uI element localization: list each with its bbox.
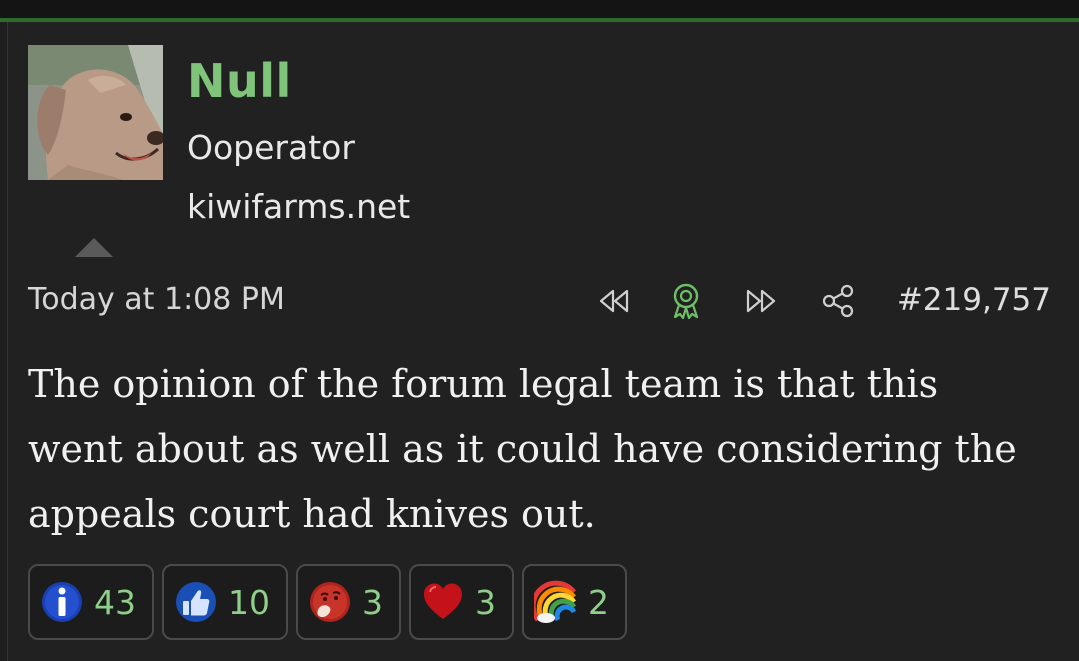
informative-icon (42, 582, 82, 622)
user-banner: kiwifarms.net (187, 187, 411, 226)
collapse-arrow-icon[interactable] (75, 238, 113, 257)
reaction-count: 3 (475, 582, 496, 622)
post-container: Null Ooperator kiwifarms.net Today at 1:… (0, 0, 1079, 661)
reaction-thinking[interactable]: 3 (296, 564, 401, 640)
share-button[interactable] (820, 282, 856, 320)
reaction-informative[interactable]: 43 (28, 564, 154, 640)
reaction-like[interactable]: 10 (162, 564, 288, 640)
award-icon (673, 283, 699, 320)
heart-icon (424, 583, 462, 619)
reaction-count: 2 (588, 582, 609, 622)
post-date[interactable]: Today at 1:08 PM (28, 282, 285, 317)
dog-avatar-icon (28, 45, 163, 180)
previous-post-icon (599, 289, 629, 313)
avatar[interactable] (28, 45, 163, 180)
next-post-icon (746, 289, 776, 313)
thinking-icon (310, 582, 350, 622)
previous-post-button[interactable] (594, 282, 632, 320)
award-button[interactable] (668, 282, 704, 320)
next-post-button[interactable] (743, 282, 781, 320)
reaction-count: 3 (362, 582, 383, 622)
thumbs-up-icon (176, 582, 216, 622)
reaction-rainbow[interactable]: 2 (522, 564, 627, 640)
reaction-love[interactable]: 3 (409, 564, 514, 640)
share-icon (822, 284, 854, 318)
reactions-bar: 43 10 3 3 2 (28, 564, 627, 640)
rainbow-icon (534, 580, 577, 623)
reaction-count: 10 (228, 582, 270, 622)
user-title: Ooperator (187, 128, 355, 167)
post-number[interactable]: #219,757 (897, 282, 1051, 318)
post-message: The opinion of the forum legal team is t… (28, 362, 1017, 536)
reaction-count: 43 (94, 582, 136, 622)
username[interactable]: Null (187, 54, 292, 108)
top-spacer (0, 0, 1079, 18)
